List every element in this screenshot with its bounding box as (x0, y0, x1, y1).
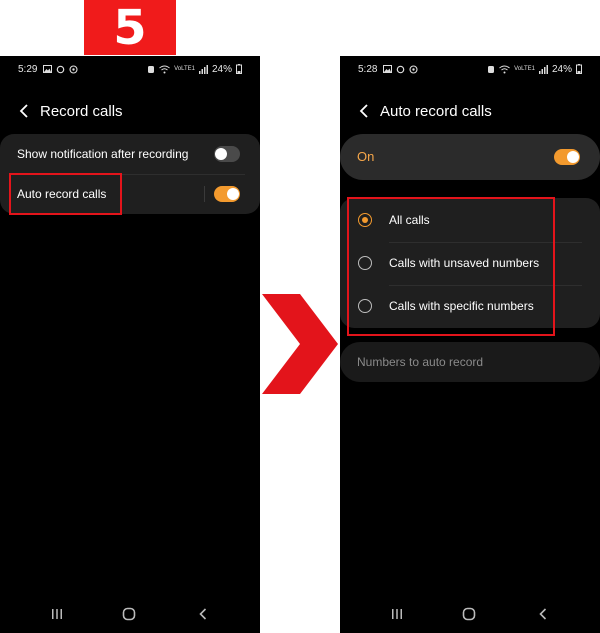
back-icon[interactable] (356, 102, 374, 120)
navigation-bar (0, 599, 260, 633)
nav-back-icon[interactable] (536, 607, 550, 621)
highlight-box (9, 173, 122, 215)
home-icon[interactable] (462, 607, 476, 621)
network-label: VoLTE1 (174, 66, 195, 72)
master-auto-record-toggle[interactable] (554, 149, 580, 165)
left-phone-screen: 5:29 VoLTE1 24% Record calls Show notifi… (0, 56, 260, 633)
screen-header: Record calls (0, 96, 260, 126)
navigation-bar (340, 599, 600, 633)
whatsapp-icon (69, 64, 79, 74)
highlight-box (347, 197, 555, 336)
battery-percentage: 24% (551, 63, 572, 75)
master-toggle-row[interactable]: On (340, 134, 600, 180)
toggle-separator (204, 186, 205, 202)
setting-label: Show notification after recording (17, 147, 189, 161)
status-time: 5:28 (358, 63, 378, 75)
numbers-to-auto-record-item[interactable]: Numbers to auto record (340, 342, 600, 382)
recent-apps-icon[interactable] (50, 607, 64, 621)
wifi-icon (159, 65, 170, 73)
sync-icon (57, 65, 65, 73)
battery-icon (236, 64, 242, 74)
recent-apps-icon[interactable] (390, 607, 404, 621)
screen-header: Auto record calls (340, 96, 600, 126)
home-icon[interactable] (122, 607, 136, 621)
wifi-icon (499, 65, 510, 73)
master-toggle-label: On (357, 149, 375, 164)
battery-icon (576, 64, 582, 74)
sync-icon (397, 65, 405, 73)
gallery-icon (43, 65, 53, 73)
show-notification-toggle[interactable] (214, 146, 240, 162)
step-number-badge: 5 (84, 0, 176, 56)
alarm-icon (148, 65, 155, 73)
whatsapp-icon (409, 64, 419, 74)
setting-row-show-notification[interactable]: Show notification after recording (0, 134, 260, 174)
signal-icon (198, 64, 208, 74)
page-title: Auto record calls (380, 102, 492, 120)
status-bar: 5:28 VoLTE1 24% (340, 56, 600, 82)
auto-record-toggle[interactable] (214, 186, 240, 202)
signal-icon (538, 64, 548, 74)
network-label: VoLTE1 (514, 66, 535, 72)
battery-percentage: 24% (211, 63, 232, 75)
gallery-icon (383, 65, 393, 73)
page-title: Record calls (40, 102, 123, 120)
numbers-to-auto-record-label: Numbers to auto record (357, 355, 484, 369)
chevron-right-arrow-icon (262, 294, 338, 394)
alarm-icon (488, 65, 495, 73)
back-icon[interactable] (16, 102, 34, 120)
status-bar: 5:29 VoLTE1 24% (0, 56, 260, 82)
right-phone-screen: 5:28 VoLTE1 24% Auto record calls On All… (340, 56, 600, 633)
status-time: 5:29 (18, 63, 38, 75)
nav-back-icon[interactable] (196, 607, 210, 621)
